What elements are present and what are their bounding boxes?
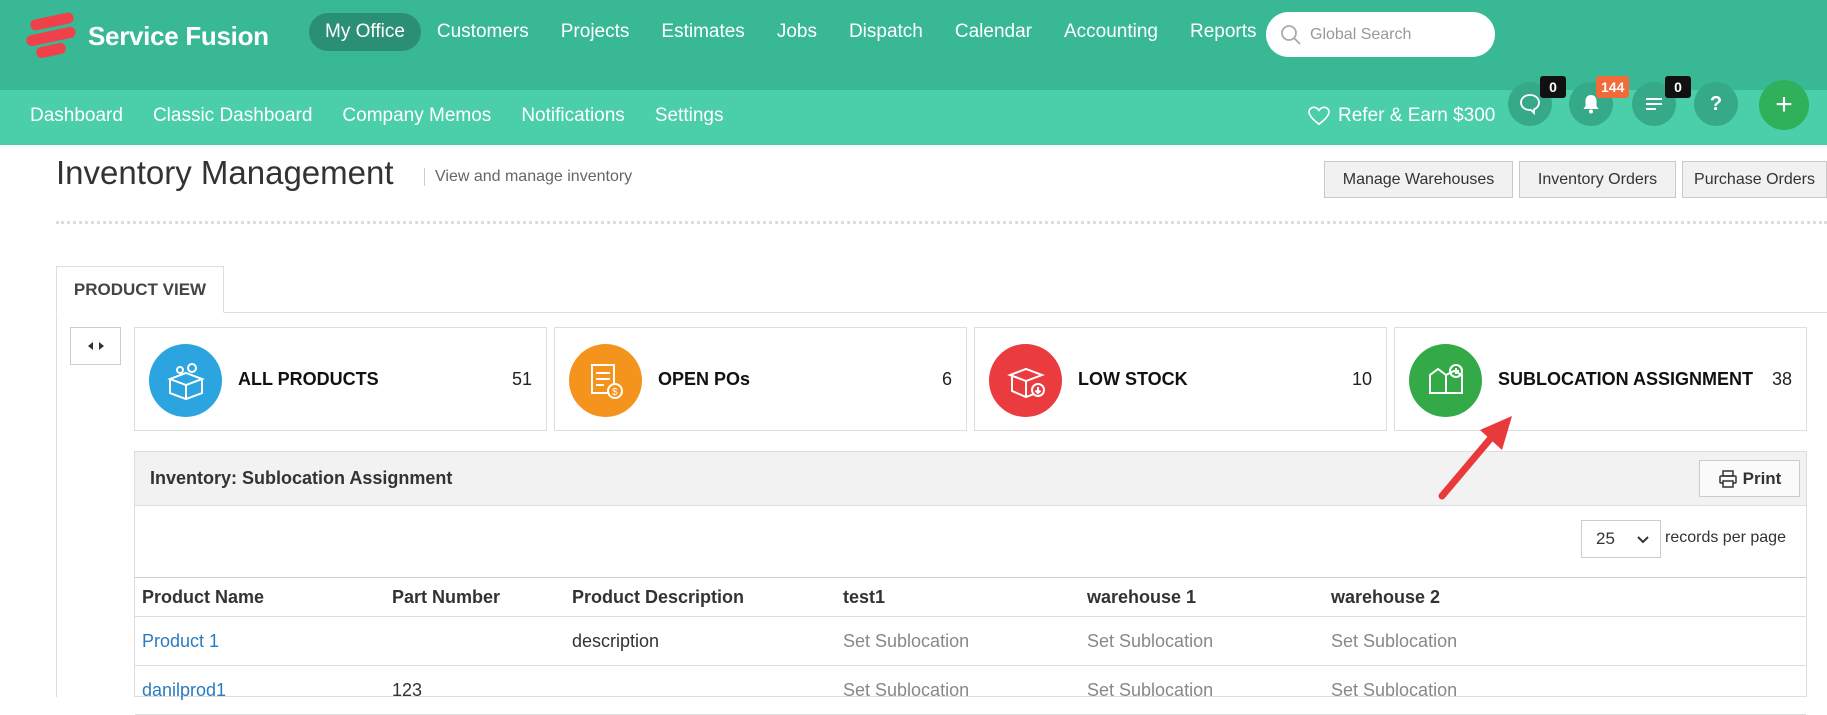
set-sublocation-link[interactable]: Set Sublocation bbox=[836, 616, 1080, 666]
tasks-badge: 0 bbox=[1665, 76, 1691, 98]
card-count: 10 bbox=[1351, 369, 1372, 389]
table-header-row: Product Name Part Number Product Descrip… bbox=[135, 577, 1806, 617]
card-count: 6 bbox=[941, 369, 952, 389]
records-per-page-value: 25 bbox=[1596, 529, 1615, 548]
card-count: 38 bbox=[1771, 369, 1792, 389]
search-icon bbox=[1281, 24, 1301, 45]
table-row: danilprod1 123 Set Sublocation Set Sublo… bbox=[135, 665, 1806, 715]
header-divider bbox=[56, 221, 1827, 224]
left-right-arrows-icon bbox=[87, 342, 104, 350]
add-button[interactable]: + bbox=[1759, 80, 1809, 130]
nav-calendar[interactable]: Calendar bbox=[939, 13, 1048, 51]
sub-nav: Dashboard Classic Dashboard Company Memo… bbox=[30, 105, 753, 127]
purchase-order-icon: $ bbox=[569, 344, 642, 417]
location-add-icon bbox=[1409, 344, 1482, 417]
sublocation-panel: Inventory: Sublocation Assignment Print … bbox=[134, 451, 1807, 715]
table-row: Product 1 description Set Sublocation Se… bbox=[135, 616, 1806, 666]
nav-dispatch[interactable]: Dispatch bbox=[833, 13, 939, 51]
col-warehouse-1[interactable]: warehouse 1 bbox=[1080, 577, 1324, 617]
tab-divider bbox=[56, 312, 1827, 313]
card-count: 51 bbox=[511, 369, 532, 389]
nav-projects[interactable]: Projects bbox=[545, 13, 646, 51]
global-search[interactable] bbox=[1266, 12, 1495, 57]
refer-earn-link[interactable]: Refer & Earn $300 bbox=[1308, 105, 1495, 127]
product-name-link[interactable]: danilprod1 bbox=[135, 665, 385, 715]
refer-earn-label: Refer & Earn $300 bbox=[1338, 105, 1496, 126]
chat-badge: 0 bbox=[1540, 76, 1566, 98]
nav-reports[interactable]: Reports bbox=[1174, 13, 1273, 51]
logo-icon bbox=[25, 11, 82, 59]
product-description: description bbox=[565, 616, 836, 666]
card-all-products[interactable]: ALL PRODUCTS 51 bbox=[134, 327, 547, 431]
card-open-pos[interactable]: $ OPEN POs 6 bbox=[554, 327, 967, 431]
col-product-name[interactable]: Product Name bbox=[135, 577, 385, 617]
nav-jobs[interactable]: Jobs bbox=[761, 13, 833, 51]
card-label: OPEN POs bbox=[658, 369, 751, 389]
subnav-company-memos[interactable]: Company Memos bbox=[342, 105, 491, 127]
global-search-input[interactable] bbox=[1310, 25, 1480, 44]
nav-estimates[interactable]: Estimates bbox=[645, 13, 760, 51]
box-gear-icon bbox=[149, 344, 222, 417]
records-per-page-label: records per page bbox=[1665, 529, 1786, 546]
logo[interactable]: Service Fusion bbox=[25, 11, 269, 59]
card-label: LOW STOCK bbox=[1078, 369, 1188, 389]
content-border bbox=[56, 312, 57, 697]
nav-accounting[interactable]: Accounting bbox=[1048, 13, 1174, 51]
col-warehouse-2[interactable]: warehouse 2 bbox=[1324, 577, 1806, 617]
set-sublocation-link[interactable]: Set Sublocation bbox=[836, 665, 1080, 715]
help-button[interactable]: ? bbox=[1694, 82, 1738, 126]
set-sublocation-link[interactable]: Set Sublocation bbox=[1080, 665, 1324, 715]
annotation-arrow-icon bbox=[1438, 416, 1512, 500]
subnav-notifications[interactable]: Notifications bbox=[521, 105, 625, 127]
nav-my-office[interactable]: My Office bbox=[309, 13, 421, 51]
product-name-link[interactable]: Product 1 bbox=[135, 616, 385, 666]
panel-title: Inventory: Sublocation Assignment bbox=[150, 468, 453, 488]
page-title: Inventory Management bbox=[56, 154, 394, 191]
nav-customers[interactable]: Customers bbox=[421, 13, 545, 51]
set-sublocation-link[interactable]: Set Sublocation bbox=[1080, 616, 1324, 666]
part-number: 123 bbox=[385, 665, 565, 715]
part-number bbox=[385, 616, 565, 666]
set-sublocation-link[interactable]: Set Sublocation bbox=[1324, 616, 1806, 666]
sub-navbar: Dashboard Classic Dashboard Company Memo… bbox=[0, 90, 1827, 145]
card-label: ALL PRODUCTS bbox=[238, 369, 379, 389]
col-part-number[interactable]: Part Number bbox=[385, 577, 565, 617]
heart-icon bbox=[1308, 106, 1330, 126]
sublocation-table: Product Name Part Number Product Descrip… bbox=[135, 577, 1806, 715]
col-product-description[interactable]: Product Description bbox=[565, 577, 836, 617]
card-label: SUBLOCATION ASSIGNMENT bbox=[1498, 369, 1753, 389]
tab-product-view[interactable]: PRODUCT VIEW bbox=[56, 266, 224, 313]
page-subtitle: View and manage inventory bbox=[424, 168, 632, 186]
manage-warehouses-button[interactable]: Manage Warehouses bbox=[1324, 161, 1513, 198]
subnav-settings[interactable]: Settings bbox=[655, 105, 724, 127]
set-sublocation-link[interactable]: Set Sublocation bbox=[1324, 665, 1806, 715]
svg-text:$: $ bbox=[612, 387, 618, 398]
chevron-down-icon bbox=[1637, 536, 1649, 544]
col-test1[interactable]: test1 bbox=[836, 577, 1080, 617]
main-nav: My Office Customers Projects Estimates J… bbox=[309, 13, 1273, 51]
panel-header: Inventory: Sublocation Assignment Print bbox=[135, 452, 1806, 506]
chat-bubble-icon bbox=[1520, 94, 1540, 115]
records-per-page-select[interactable]: 25 bbox=[1581, 520, 1661, 558]
purchase-orders-button[interactable]: Purchase Orders bbox=[1682, 161, 1827, 198]
subnav-dashboard[interactable]: Dashboard bbox=[30, 105, 123, 127]
collapse-toggle[interactable] bbox=[70, 327, 121, 365]
open-box-down-icon bbox=[989, 344, 1062, 417]
inventory-orders-button[interactable]: Inventory Orders bbox=[1519, 161, 1676, 198]
subnav-classic-dashboard[interactable]: Classic Dashboard bbox=[153, 105, 312, 127]
card-low-stock[interactable]: LOW STOCK 10 bbox=[974, 327, 1387, 431]
list-icon bbox=[1646, 98, 1662, 110]
brand-name: Service Fusion bbox=[88, 20, 269, 51]
printer-icon bbox=[1718, 469, 1737, 488]
print-label: Print bbox=[1742, 468, 1782, 488]
notifications-badge: 144 bbox=[1596, 76, 1630, 98]
product-description bbox=[565, 665, 836, 715]
print-button[interactable]: Print bbox=[1699, 460, 1800, 497]
